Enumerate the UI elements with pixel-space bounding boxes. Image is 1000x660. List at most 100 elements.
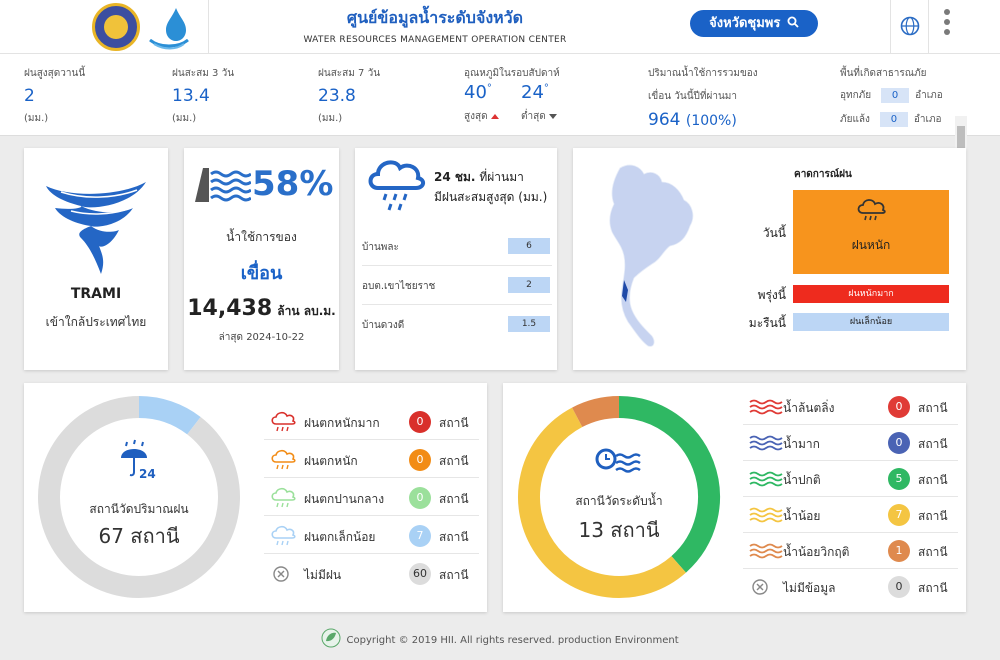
legend-unit: สถานี bbox=[918, 437, 948, 451]
dam-percent: 58% bbox=[252, 164, 334, 204]
storm-name: TRAMI bbox=[70, 286, 122, 302]
heavy-rain-icon bbox=[857, 199, 886, 221]
legend-name: น้ำน้อยวิกฤติ bbox=[783, 545, 850, 559]
temp-max-value: 40° bbox=[464, 82, 492, 103]
rain-stations-segment[interactable] bbox=[38, 396, 240, 598]
summary-stats-bar: ฝนสูงสุดวานนี้ 2 (มม.) ฝนสะสม 3 วัน 13.4… bbox=[0, 54, 1000, 180]
legend-row[interactable]: น้ำล้นตลิ่ง 0 สถานี bbox=[743, 390, 958, 425]
legend-count: 0 bbox=[888, 396, 910, 418]
legend-icon bbox=[749, 396, 783, 418]
dam-updated: ล่าสุด 2024-10-22 bbox=[218, 332, 305, 343]
legend-icon bbox=[270, 487, 296, 509]
disaster-drought-row: ภัยแล้ง 0 อำเภอ bbox=[840, 112, 942, 127]
legend-name: ฝนตกหนัก bbox=[304, 454, 358, 468]
legend-row[interactable]: น้ำมาก 0 สถานี bbox=[743, 426, 958, 461]
stat-disaster: พื้นที่เกิดสาธารณภัย bbox=[840, 66, 927, 81]
dam-label-line1: น้ำใช้การของ bbox=[226, 230, 297, 244]
stat-unit: (มม.) bbox=[24, 113, 49, 124]
legend-count: 0 bbox=[409, 487, 431, 509]
site-title: ศูนย์ข้อมูลน้ำระดับจังหวัด WATER RESOURC… bbox=[240, 6, 630, 45]
more-menu-icon[interactable] bbox=[942, 9, 952, 39]
legend-name: น้ำมาก bbox=[783, 437, 820, 451]
rain-value: 1.5 bbox=[508, 316, 550, 332]
legend-row[interactable]: ฝนตกหนักมาก 0 สถานี bbox=[264, 405, 479, 440]
legend-row[interactable]: ไม่มีข้อมูล 0 สถานี bbox=[743, 570, 958, 605]
storm-description: เข้าใกล้ประเทศไทย bbox=[45, 315, 147, 329]
water-stations-label: สถานีวัดระดับน้ำ bbox=[575, 494, 663, 508]
legend-unit: สถานี bbox=[439, 530, 469, 544]
stat-value: 23.8 bbox=[318, 86, 356, 106]
water-stations-segment[interactable] bbox=[572, 396, 620, 428]
rain-value: 2 bbox=[508, 277, 550, 293]
legend-row[interactable]: ไม่มีฝน 60 สถานี bbox=[264, 557, 479, 592]
legend-icon bbox=[749, 432, 783, 454]
search-icon bbox=[787, 16, 799, 28]
rain-row[interactable]: บ้านดวงดี 1.5 bbox=[362, 306, 552, 344]
legend-row[interactable]: ฝนตกปานกลาง 0 สถานี bbox=[264, 481, 479, 516]
water-stations-count: 13 สถานี bbox=[578, 518, 660, 542]
forecast-title: คาดการณ์ฝน bbox=[794, 169, 852, 180]
forecast-dayafter-box[interactable]: ฝนเล็กน้อย bbox=[793, 313, 949, 331]
stat-unit: (มม.) bbox=[318, 113, 343, 124]
rain-cloud-icon bbox=[368, 160, 425, 211]
legend-unit: สถานี bbox=[439, 568, 469, 582]
legend-icon bbox=[270, 449, 296, 471]
legend-row[interactable]: น้ำน้อยวิกฤติ 1 สถานี bbox=[743, 534, 958, 569]
legend-row[interactable]: น้ำน้อย 7 สถานี bbox=[743, 498, 958, 533]
clock-water-icon bbox=[595, 448, 641, 473]
stat-value: 13.4 bbox=[172, 86, 210, 106]
legend-name: ฝนตกเล็กน้อย bbox=[304, 530, 376, 544]
dam-label-line2: เขื่อน bbox=[240, 263, 283, 284]
flood-count: 0 bbox=[881, 88, 910, 103]
rain-row[interactable]: อบต.เขาไชยราช 2 bbox=[362, 267, 552, 305]
rain-value: 6 bbox=[508, 238, 550, 254]
legend-row[interactable]: ฝนตกหนัก 0 สถานี bbox=[264, 443, 479, 478]
water-drop-logo bbox=[149, 8, 189, 50]
stat-temperature: อุณหภูมิในรอบสัปดาห์ bbox=[464, 66, 560, 81]
legend-row[interactable]: ฝนตกเล็กน้อย 7 สถานี bbox=[264, 519, 479, 554]
stat-rain-3d: ฝนสะสม 3 วัน 13.4 (มม.) bbox=[172, 66, 234, 126]
forecast-today-label: วันนี้ bbox=[762, 226, 786, 240]
umbrella-24-icon: 24 bbox=[121, 439, 156, 481]
station-name: อบต.เขาไชยราช bbox=[362, 281, 436, 292]
legend-count: 1 bbox=[888, 540, 910, 562]
stat-label: ปริมาณน้ำใช้การรวมของ bbox=[648, 68, 758, 79]
disaster-flood-row: อุทกภัย 0 อำเภอ bbox=[840, 88, 943, 103]
rain-row[interactable]: บ้านพละ 6 bbox=[362, 228, 552, 266]
legend-unit: สถานี bbox=[439, 492, 469, 506]
province-select-button[interactable]: จังหวัดชุมพร bbox=[690, 10, 818, 37]
no-data-icon bbox=[270, 563, 296, 585]
thailand-map[interactable] bbox=[600, 160, 700, 350]
rain-stations-segment[interactable] bbox=[138, 396, 201, 435]
legend-count: 0 bbox=[409, 411, 431, 433]
stat-label: ฝนสะสม 3 วัน bbox=[172, 68, 235, 79]
legend-name: ฝนตกหนักมาก bbox=[304, 416, 380, 430]
temp-min-value: 24° bbox=[521, 82, 549, 103]
legend-icon bbox=[749, 540, 783, 562]
caret-down-icon bbox=[548, 113, 557, 119]
site-title-english: WATER RESOURCES MANAGEMENT OPERATION CEN… bbox=[303, 35, 567, 45]
stat-label-2: เขื่อน วันนี้ปีที่ผ่านมา bbox=[648, 91, 738, 102]
rain-stations-donut[interactable] bbox=[32, 390, 246, 604]
legend-row[interactable]: น้ำปกติ 5 สถานี bbox=[743, 462, 958, 497]
no-data-icon bbox=[749, 576, 775, 598]
legend-unit: สถานี bbox=[918, 401, 948, 415]
legend-count: 7 bbox=[409, 525, 431, 547]
stat-rain-7d: ฝนสะสม 7 วัน 23.8 (มม.) bbox=[318, 66, 380, 126]
legend-unit: สถานี bbox=[918, 473, 948, 487]
language-globe-icon[interactable] bbox=[899, 15, 921, 37]
rain-stations-count: 67 สถานี bbox=[98, 524, 180, 548]
temp-min-label[interactable]: ต่ำสุด bbox=[521, 109, 557, 124]
legend-count: 0 bbox=[888, 432, 910, 454]
rain-24h-title: 24 ชม. ที่ผ่านมา มีฝนสะสมสูงสุด (มม.) bbox=[434, 170, 548, 204]
umbrella-24-text: 24 bbox=[139, 467, 156, 481]
storm-card[interactable]: TRAMI เข้าใกล้ประเทศไทย bbox=[24, 148, 168, 370]
forecast-tomorrow-box[interactable]: ฝนหนักมาก bbox=[793, 285, 949, 303]
water-use-pct: (100%) bbox=[685, 113, 737, 129]
legend-icon bbox=[270, 525, 296, 547]
copyright-text: Copyright © 2019 HII. All rights reserve… bbox=[346, 635, 679, 646]
rain-stations-label: สถานีวัดปริมาณฝน bbox=[89, 502, 189, 516]
forecast-today-box[interactable]: ฝนหนัก bbox=[793, 190, 949, 274]
legend-count: 0 bbox=[888, 576, 910, 598]
water-use-value: 964 bbox=[648, 110, 681, 130]
